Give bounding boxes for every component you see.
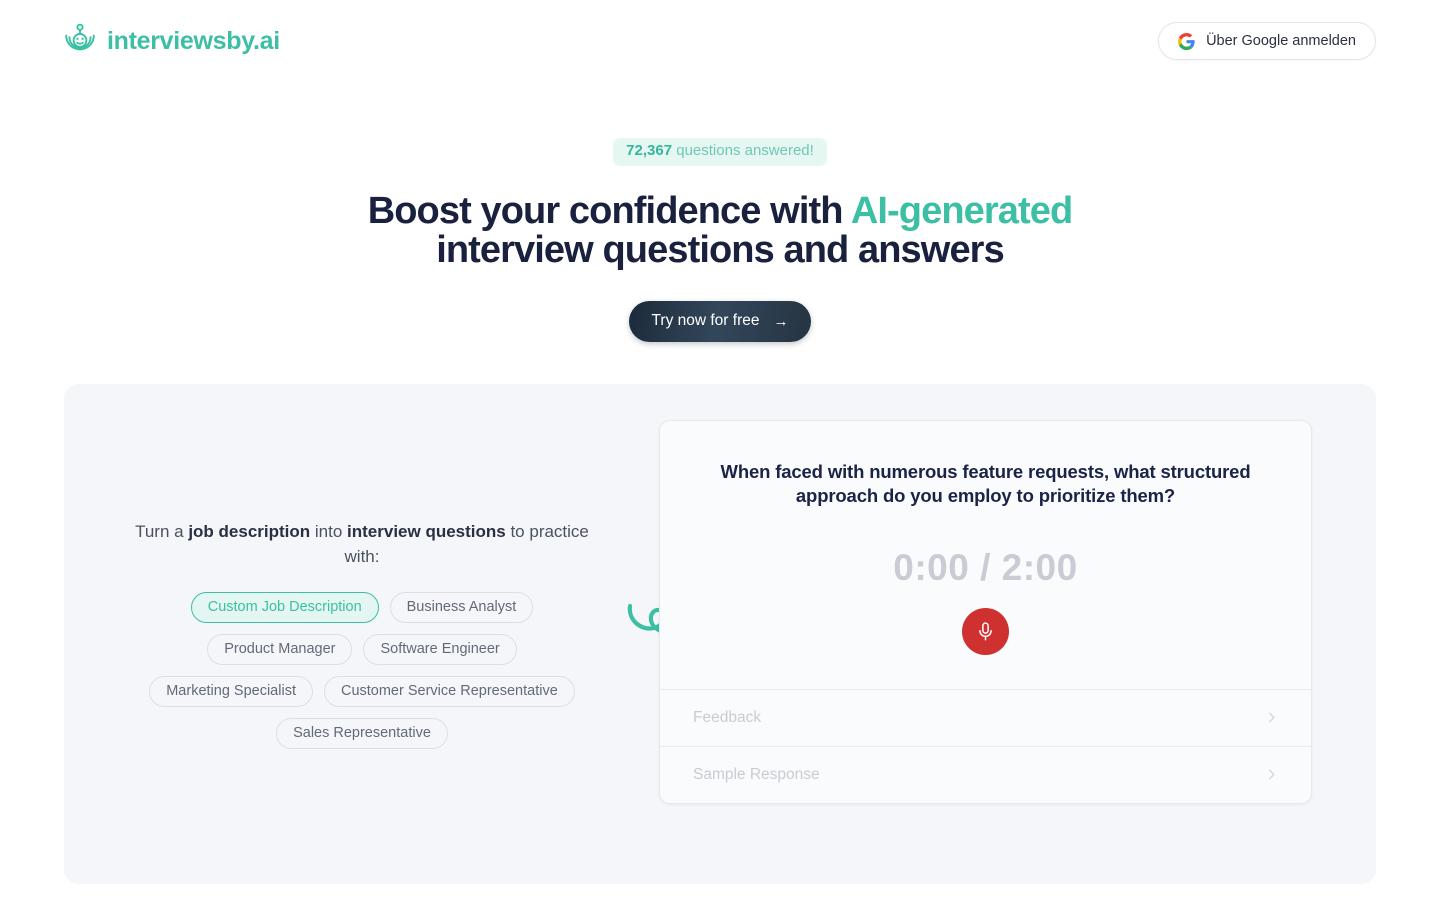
showcase-lede: Turn a job description into interview qu… [127,519,597,570]
chip-row: Marketing Specialist Customer Service Re… [64,675,660,707]
sample-response-row[interactable]: Sample Response [660,745,1311,803]
robot-head-icon [64,23,96,59]
chip-custom-job-description[interactable]: Custom Job Description [190,591,379,623]
page-title-line2: interview questions and answers [436,229,1005,272]
lede-bold-job-description: job description [188,521,311,541]
chevron-right-icon [1265,768,1278,781]
feedback-label: Feedback [693,708,762,726]
brand-name: interviewsby.ai [107,26,280,55]
chip-row: Product Manager Software Engineer [64,633,660,665]
interview-question-text: When faced with numerous feature request… [720,460,1251,507]
chip-product-manager[interactable]: Product Manager [207,633,353,665]
microphone-icon [975,621,996,642]
card-main-area: When faced with numerous feature request… [660,421,1311,689]
google-g-icon [1178,32,1195,50]
brand-logo[interactable]: interviewsby.ai [64,23,280,59]
page-title-line1: Boost your confidence with [367,189,851,232]
lede-bold-interview-questions: interview questions [347,521,506,541]
chip-row: Custom Job Description Business Analyst [64,591,660,623]
hero-section: 72,367 questions answered! Boost your co… [0,82,1440,342]
recording-timer: 0:00 / 2:00 [893,546,1078,588]
chip-row: Sales Representative [64,717,660,749]
sample-response-label: Sample Response [693,765,820,783]
job-role-chip-group: Custom Job Description Business Analyst … [64,591,660,749]
page-title-accent: AI-generated [850,189,1073,232]
showcase-panel: Turn a job description into interview qu… [64,383,1376,884]
try-now-label: Try now for free [651,312,760,330]
page-title: Boost your confidence with AI-generated … [0,189,1440,272]
chevron-right-icon [1265,711,1278,724]
chip-software-engineer[interactable]: Software Engineer [363,633,517,665]
questions-answered-count: 72,367 [626,142,673,159]
try-now-button[interactable]: Try now for free → [628,300,812,342]
questions-answered-suffix: questions answered! [672,142,814,159]
site-header: interviewsby.ai Über Google anmelden [0,0,1440,82]
chip-sales-representative[interactable]: Sales Representative [276,717,448,749]
chip-customer-service-representative[interactable]: Customer Service Representative [323,675,575,707]
chip-marketing-specialist[interactable]: Marketing Specialist [149,675,313,707]
google-sign-in-label: Über Google anmelden [1206,33,1356,49]
interview-practice-card: When faced with numerous feature request… [659,419,1312,804]
feedback-row[interactable]: Feedback [660,688,1311,746]
lede-mid: into [310,521,348,541]
google-sign-in-button[interactable]: Über Google anmelden [1158,22,1376,60]
showcase-left-column: Turn a job description into interview qu… [64,519,660,749]
arrow-right-icon: → [773,312,789,330]
questions-answered-badge: 72,367 questions answered! [613,138,827,166]
lede-pre: Turn a [135,521,189,541]
chip-business-analyst[interactable]: Business Analyst [389,591,534,623]
cta-container: Try now for free → [0,300,1440,342]
record-microphone-button[interactable] [962,607,1009,655]
